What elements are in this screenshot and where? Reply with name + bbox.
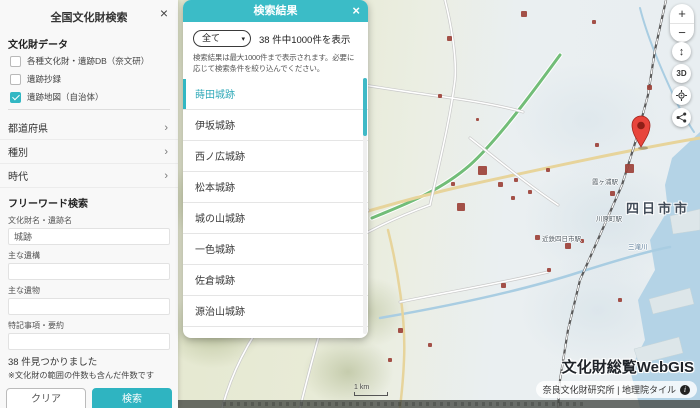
result-item[interactable]: 城の山城跡 (183, 203, 368, 234)
map-label-river: 三滝川 (628, 241, 648, 251)
accordion-prefecture[interactable]: 都道府県 › (0, 116, 178, 140)
compass-button[interactable]: ↕ (672, 42, 691, 61)
accordion-era-label: 時代 (8, 168, 28, 183)
field-notes-input[interactable] (8, 333, 170, 350)
map-scale: 1 km (354, 384, 388, 396)
result-item[interactable]: 伊坂城跡 (183, 110, 368, 141)
info-icon[interactable]: i (680, 385, 690, 395)
attribution: 奈良文化財研究所 | 地理院タイル i (536, 381, 697, 398)
field-name-label: 文化財名・遺跡名 (8, 215, 178, 226)
result-item[interactable]: 西ノ広城跡 (183, 141, 368, 172)
result-item[interactable]: 蒔田城跡 (183, 79, 368, 110)
divider (8, 109, 170, 110)
checkbox-isekichizu-label: 遺跡地図（自治体） (27, 91, 104, 103)
rivers (380, 8, 694, 318)
search-button[interactable]: 検索 (92, 388, 172, 408)
results-filter-value: 全て (202, 33, 220, 43)
map-label-station: 川原町駅 (596, 213, 622, 223)
field-relics-input[interactable] (8, 298, 170, 315)
chevron-right-icon: › (164, 122, 168, 134)
checkbox-db-label: 各種文化財・遺跡DB（奈文研） (27, 55, 149, 67)
checkbox-row-db[interactable]: 各種文化財・遺跡DB（奈文研） (10, 55, 178, 67)
zoom-control: + − (670, 4, 694, 42)
result-count-text: 38 件見つかりました (8, 354, 97, 368)
result-item[interactable]: 松本城跡 (183, 172, 368, 203)
locate-icon (676, 90, 687, 101)
zoom-in-button[interactable]: + (670, 4, 694, 24)
results-note-text: 検索結果は最大1000件まで表示されます。必要に応じて検索条件を絞り込んでくださ… (193, 53, 358, 75)
3d-icon: 3D (676, 69, 686, 78)
compass-icon: ↕ (679, 46, 685, 58)
bottom-attribution-strip (178, 400, 700, 408)
results-count-text: 38 件中1000件を表示 (259, 32, 350, 46)
freeword-section-title: フリーワード検索 (8, 195, 178, 210)
accordion-type-label: 種別 (8, 144, 28, 159)
result-item[interactable]: 一色城跡 (183, 234, 368, 265)
sidebar-title: 全国文化財検索 (51, 12, 128, 24)
checkbox-row-isekichizu[interactable]: 遺跡地図（自治体） (10, 91, 178, 103)
results-list: 蒔田城跡 伊坂城跡 西ノ広城跡 松本城跡 城の山城跡 一色城跡 佐倉城跡 源治山… (183, 79, 368, 327)
result-item[interactable]: 源治山城跡 (183, 296, 368, 327)
locate-button[interactable] (672, 86, 691, 105)
share-button[interactable] (672, 108, 691, 127)
search-results-panel: 検索結果 × 全て ▾ 38 件中1000件を表示 検索結果は最大1000件まで… (183, 0, 368, 338)
field-relics-label: 主な遺物 (8, 285, 178, 296)
chevron-down-icon: ▾ (241, 33, 245, 47)
map-scale-bar (354, 392, 388, 396)
sidebar-close-icon[interactable]: × (160, 5, 168, 21)
chevron-right-icon: › (164, 146, 168, 158)
map-label-city: 四日市市 (626, 198, 690, 217)
field-remains-label: 主な遺構 (8, 250, 178, 261)
clear-button[interactable]: クリア (6, 388, 86, 408)
map-scale-label: 1 km (354, 384, 369, 391)
search-sidebar: 全国文化財検索 × 文化財データ 各種文化財・遺跡DB（奈文研） 遺跡抄録 遺跡… (0, 0, 178, 408)
field-name-input[interactable] (8, 228, 170, 245)
checkbox-shoroku[interactable] (10, 74, 21, 85)
checkbox-isekichizu[interactable] (10, 92, 21, 103)
3d-view-button[interactable]: 3D (672, 64, 691, 83)
checkbox-db[interactable] (10, 56, 21, 67)
share-icon (676, 112, 687, 123)
accordion-prefecture-label: 都道府県 (8, 120, 48, 135)
results-scrollbar-thumb[interactable] (363, 78, 367, 136)
results-title: 検索結果 (254, 5, 298, 17)
field-notes-label: 特記事項・要約 (8, 320, 178, 331)
result-item[interactable]: 佐倉城跡 (183, 265, 368, 296)
results-scrollbar-track (363, 78, 367, 334)
field-remains-input[interactable] (8, 263, 170, 280)
results-close-icon[interactable]: × (352, 0, 360, 22)
data-section-title: 文化財データ (8, 36, 178, 51)
accordion-era[interactable]: 時代 › (0, 164, 178, 188)
accordion-type[interactable]: 種別 › (0, 140, 178, 164)
attribution-text: 奈良文化財研究所 | 地理院タイル (543, 383, 676, 396)
map-label-station: 近鉄四日市駅 (542, 233, 581, 243)
chevron-right-icon: › (164, 170, 168, 182)
result-note-text: ※文化財の範囲の件数も含んだ件数です (8, 369, 154, 381)
map-label-station: 霞ヶ浦駅 (592, 176, 618, 186)
checkbox-shoroku-label: 遺跡抄録 (27, 73, 61, 85)
zoom-out-button[interactable]: − (670, 24, 694, 43)
checkbox-row-shoroku[interactable]: 遺跡抄録 (10, 73, 178, 85)
app-title: 文化財総覧WebGIS (562, 356, 694, 377)
results-filter-select[interactable]: 全て ▾ (193, 30, 251, 47)
